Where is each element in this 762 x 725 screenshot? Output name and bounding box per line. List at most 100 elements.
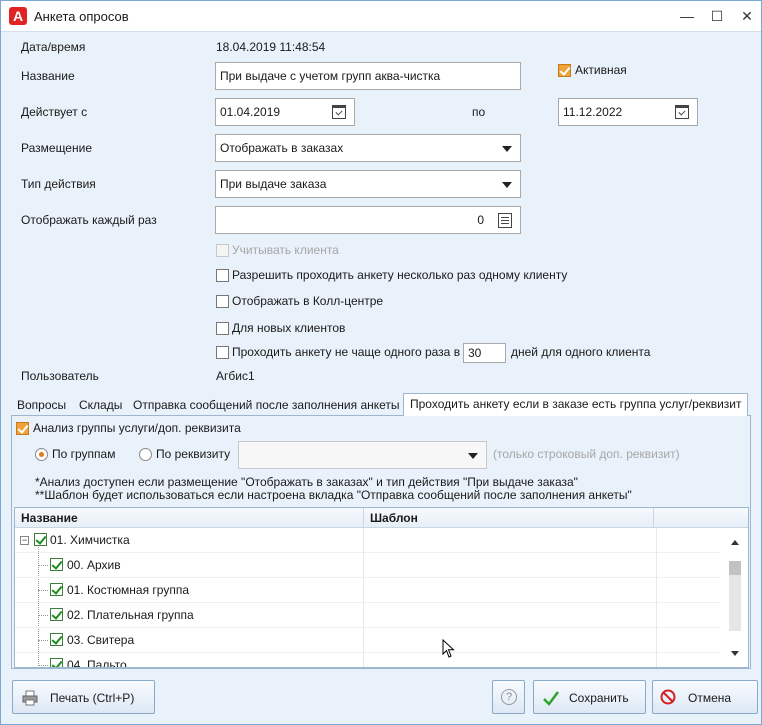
cell-separator — [363, 603, 364, 628]
table-row[interactable]: 00. Архив — [15, 553, 720, 578]
printer-icon — [22, 690, 38, 706]
close-icon[interactable]: ✕ — [737, 7, 757, 25]
calculator-icon[interactable] — [498, 213, 512, 228]
table-row[interactable]: 02. Плательная группа — [15, 603, 720, 628]
cell-separator — [656, 578, 657, 603]
row-checkbox[interactable] — [50, 658, 63, 667]
new-clients-checkbox[interactable] — [216, 322, 229, 335]
consider-client-checkbox — [216, 244, 229, 257]
action-type-value: При выдаче заказа — [220, 177, 327, 191]
tree-line — [38, 615, 48, 616]
column-separator — [363, 508, 364, 528]
tab-questions[interactable]: Вопросы — [17, 398, 66, 415]
cell-separator — [656, 628, 657, 653]
placement-label: Размещение — [21, 141, 92, 155]
action-type-select[interactable]: При выдаче заказа — [215, 170, 521, 198]
row-name: 01. Костюмная группа — [67, 583, 190, 597]
title-bar[interactable]: A Анкета опросов — ☐ ✕ — [1, 1, 761, 32]
cell-separator — [656, 553, 657, 578]
row-checkbox[interactable] — [50, 633, 63, 646]
name-input[interactable]: При выдаче с учетом групп аква-чистка — [215, 62, 521, 90]
user-label: Пользователь — [21, 369, 99, 383]
calendar-icon[interactable] — [332, 105, 346, 119]
groups-grid[interactable]: Название Шаблон − 01. Химчистка 00. Архи… — [14, 507, 749, 668]
analysis-checkbox[interactable] — [16, 422, 29, 435]
show-callcenter-label: Отображать в Колл-центре — [232, 294, 384, 308]
days-input[interactable]: 30 — [463, 343, 506, 363]
cell-separator — [363, 628, 364, 653]
minimize-icon[interactable]: — — [677, 7, 697, 25]
user-value: Агбис1 — [216, 369, 255, 383]
help-button[interactable]: ? — [492, 680, 525, 714]
requisite-select — [238, 441, 487, 469]
cancel-button-label: Отмена — [688, 691, 732, 705]
not-more-often-checkbox[interactable] — [216, 346, 229, 359]
cancel-button[interactable]: Отмена — [652, 680, 758, 714]
vertical-scrollbar[interactable] — [722, 528, 748, 667]
table-row[interactable]: 01. Костюмная группа — [15, 578, 720, 603]
print-button[interactable]: Печать (Ctrl+P) — [12, 680, 155, 714]
tab-group-requisite[interactable]: Проходить анкету если в заказе есть груп… — [403, 393, 749, 416]
row-name: 00. Архив — [67, 558, 121, 572]
tree-line — [38, 665, 48, 666]
show-callcenter-checkbox[interactable] — [216, 295, 229, 308]
row-checkbox[interactable] — [34, 533, 47, 546]
show-every-input[interactable]: 0 — [215, 206, 521, 234]
not-more-often-suffix: дней для одного клиента — [511, 345, 651, 359]
cell-separator — [363, 553, 364, 578]
row-name: 03. Свитера — [67, 633, 135, 647]
chevron-down-icon[interactable] — [502, 146, 512, 152]
row-name: 04. Пальто — [67, 658, 127, 668]
tree-line — [38, 590, 48, 591]
calendar-icon[interactable] — [675, 105, 689, 119]
row-name: 01. Химчистка — [50, 533, 130, 547]
valid-from-label: Действует с — [21, 105, 88, 119]
valid-to-value: 11.12.2022 — [563, 105, 623, 119]
valid-from-value: 01.04.2019 — [220, 105, 281, 119]
column-template-header[interactable]: Шаблон — [370, 511, 418, 525]
window-title: Анкета опросов — [34, 9, 129, 24]
save-button[interactable]: Сохранить — [533, 680, 646, 714]
show-every-label: Отображать каждый раз — [21, 213, 157, 227]
allow-multiple-checkbox[interactable] — [216, 269, 229, 282]
column-name-header[interactable]: Название — [21, 511, 78, 525]
chevron-down-icon[interactable] — [502, 182, 512, 188]
chevron-down-icon — [468, 453, 478, 459]
active-checkbox[interactable] — [558, 64, 571, 77]
action-type-label: Тип действия — [21, 177, 96, 191]
allow-multiple-label: Разрешить проходить анкету несколько раз… — [232, 268, 568, 282]
table-row[interactable]: − 01. Химчистка — [15, 528, 720, 553]
scroll-up-icon[interactable] — [731, 540, 739, 545]
grid-header: Название Шаблон — [15, 508, 748, 528]
by-requisite-radio[interactable] — [139, 448, 152, 461]
valid-to-date-input[interactable]: 11.12.2022 — [558, 98, 698, 126]
placement-select[interactable]: Отображать в заказах — [215, 134, 521, 162]
tree-line — [38, 565, 48, 566]
save-button-label: Сохранить — [569, 691, 629, 705]
maximize-icon[interactable]: ☐ — [707, 7, 727, 25]
string-only-hint: (только строковый доп. реквизит) — [493, 447, 680, 461]
column-separator — [653, 508, 654, 528]
collapse-icon[interactable]: − — [20, 536, 29, 545]
scroll-thumb[interactable] — [729, 561, 741, 575]
name-label: Название — [21, 69, 75, 83]
new-clients-label: Для новых клиентов — [232, 321, 346, 335]
cell-separator — [656, 528, 657, 553]
tab-warehouses[interactable]: Склады — [79, 398, 122, 415]
by-groups-label: По группам — [52, 447, 116, 461]
tab-messages[interactable]: Отправка сообщений после заполнения анке… — [133, 398, 400, 415]
by-groups-radio[interactable] — [35, 448, 48, 461]
datetime-value: 18.04.2019 11:48:54 — [216, 40, 326, 54]
analysis-label: Анализ группы услуги/доп. реквизита — [33, 421, 241, 435]
not-more-often-prefix: Проходить анкету не чаще одного раза в — [232, 345, 461, 359]
cancel-icon — [660, 689, 676, 705]
valid-from-date-input[interactable]: 01.04.2019 — [215, 98, 355, 126]
row-checkbox[interactable] — [50, 583, 63, 596]
cell-separator — [363, 578, 364, 603]
scroll-down-icon[interactable] — [731, 651, 739, 656]
help-icon: ? — [501, 689, 517, 705]
table-row[interactable]: 04. Пальто — [15, 653, 720, 668]
table-row[interactable]: 03. Свитера — [15, 628, 720, 653]
row-checkbox[interactable] — [50, 608, 63, 621]
row-checkbox[interactable] — [50, 558, 63, 571]
